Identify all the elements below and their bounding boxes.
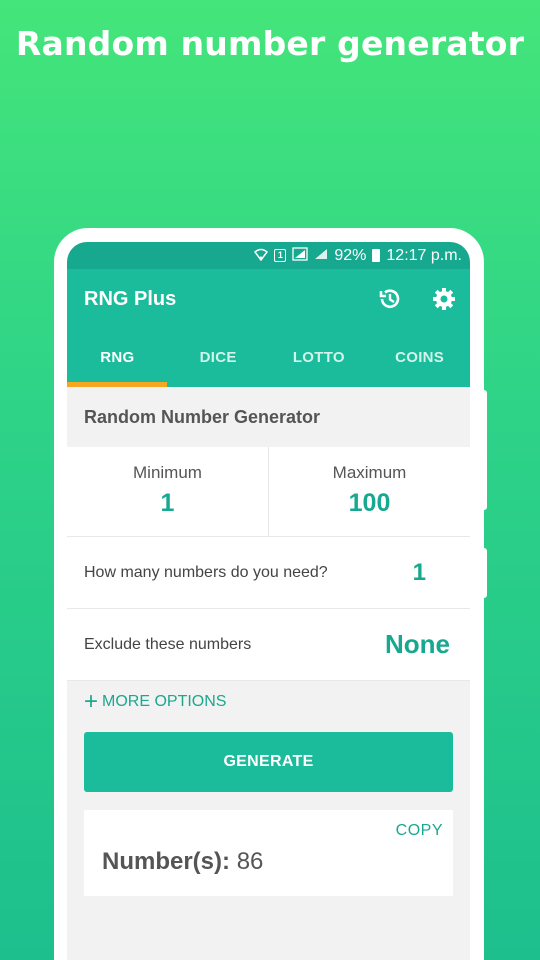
result-value: 86 [236,848,264,875]
signal-box-icon [292,247,309,264]
battery-icon [372,249,381,262]
result-card: COPY Number(s): 86 [84,810,453,896]
plus-icon: + [84,688,99,715]
minimum-field[interactable]: Minimum 1 [67,447,269,536]
signal-icon [314,248,328,263]
result-label: Number(s): [102,848,231,875]
tab-coins[interactable]: COINS [369,329,470,387]
maximum-value[interactable]: 100 [269,489,470,518]
maximum-field[interactable]: Maximum 100 [269,447,470,536]
phone-side-button [481,548,487,598]
wifi-icon [254,248,269,264]
tab-indicator [67,382,167,387]
exclude-value[interactable]: None [385,629,450,660]
tab-rng[interactable]: RNG [67,329,168,387]
section-title: Random Number Generator [67,387,470,447]
phone-side-button [481,390,487,510]
exclude-row[interactable]: Exclude these numbers None [67,609,470,681]
tab-bar: RNG DICE LOTTO COINS [67,329,470,387]
more-options-button[interactable]: + MORE OPTIONS [67,688,470,715]
history-icon[interactable] [377,286,403,312]
generate-button[interactable]: GENERATE [84,732,453,792]
promo-headline: Random number generator [15,24,525,63]
quantity-value[interactable]: 1 [413,559,426,587]
status-bar: 1 92% 12:17 p.m. [67,242,470,269]
result-line: Number(s): 86 [102,848,263,876]
quantity-row[interactable]: How many numbers do you need? 1 [67,537,470,609]
minimum-label: Minimum [133,463,202,482]
app-title: RNG Plus [84,287,177,310]
tab-lotto[interactable]: LOTTO [269,329,370,387]
clock: 12:17 p.m. [386,246,462,264]
sim-icon: 1 [274,249,287,262]
minimum-value[interactable]: 1 [67,489,268,518]
more-options-label: MORE OPTIONS [102,693,227,710]
app-screen: 1 92% 12:17 p.m. RNG Plus RNG DICE LOTTO… [67,242,470,960]
battery-percent: 92% [334,246,367,264]
quantity-label: How many numbers do you need? [84,563,328,581]
app-bar: RNG Plus [67,269,470,329]
exclude-label: Exclude these numbers [84,635,252,653]
maximum-label: Maximum [332,463,407,482]
tab-dice[interactable]: DICE [168,329,269,387]
copy-button[interactable]: COPY [396,822,443,840]
range-inputs: Minimum 1 Maximum 100 [67,447,470,537]
gear-icon[interactable] [431,286,457,312]
